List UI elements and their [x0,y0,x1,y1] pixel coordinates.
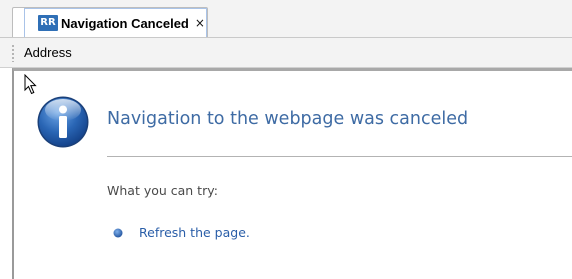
web-content-area [12,68,572,279]
address-bar: Address [0,38,572,68]
bullet-icon [113,228,123,238]
close-icon[interactable]: × [195,17,205,29]
refresh-page-link[interactable]: Refresh the page. [139,225,250,240]
tab-navigation-canceled[interactable]: RR Navigation Canceled × [12,7,208,37]
mouse-pointer-icon [24,74,37,95]
info-icon [37,96,89,148]
app-badge-icon: RR [38,15,58,31]
error-heading: Navigation to the webpage was canceled [107,109,469,129]
tab-title: Navigation Canceled [61,15,189,31]
browser-window: RR Navigation Canceled × Address Navigat… [0,0,572,279]
suggestions-intro: What you can try: [107,183,218,198]
divider [107,156,572,157]
toolbar-grip-icon[interactable] [12,44,14,62]
tab-content: RR Navigation Canceled × [24,8,207,37]
address-label: Address [24,45,72,60]
tab-strip: RR Navigation Canceled × [0,0,572,38]
